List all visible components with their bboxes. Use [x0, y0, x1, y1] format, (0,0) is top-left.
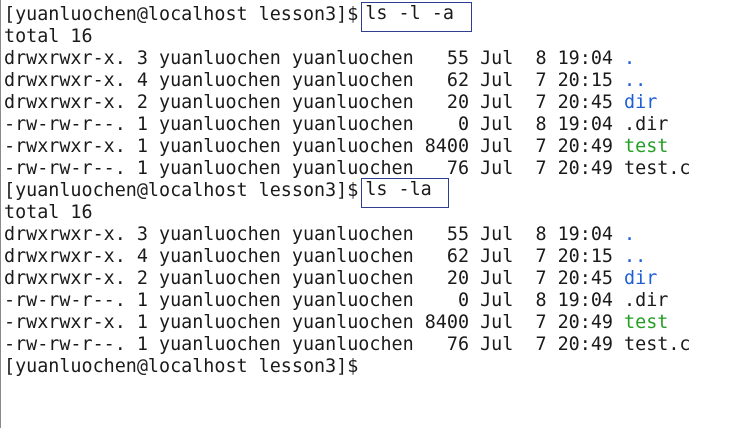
entry-name: .. — [624, 70, 647, 91]
shell-prompt: [yuanluochen@localhost lesson3]$ — [4, 4, 359, 25]
command-highlight: ls -l -a — [361, 2, 473, 32]
shell-prompt: [yuanluochen@localhost lesson3]$ — [4, 356, 359, 377]
listing-row: -rw-rw-r--. 1 yuanluochen yuanluochen 76… — [4, 334, 733, 356]
prompt-line[interactable]: [yuanluochen@localhost lesson3]$ — [4, 356, 733, 378]
terminal-window[interactable]: [yuanluochen@localhost lesson3]$ ls -l -a… — [0, 0, 733, 428]
entry-meta: drwxrwxr-x. 2 yuanluochen yuanluochen 20… — [4, 92, 625, 113]
entry-name: dir — [624, 268, 658, 289]
entry-name: test.c — [624, 158, 691, 179]
listing-row: drwxrwxr-x. 3 yuanluochen yuanluochen 55… — [4, 48, 733, 70]
shell-prompt: [yuanluochen@localhost lesson3]$ — [4, 180, 359, 201]
listing-row: -rw-rw-r--. 1 yuanluochen yuanluochen 0 … — [4, 114, 733, 136]
entry-name: .dir — [624, 114, 669, 135]
command-highlight: ls -la — [361, 178, 450, 208]
entry-meta: drwxrwxr-x. 3 yuanluochen yuanluochen 55… — [4, 48, 625, 69]
entry-name: .. — [624, 246, 647, 267]
entry-meta: -rw-rw-r--. 1 yuanluochen yuanluochen 0 … — [4, 114, 625, 135]
entry-meta: -rw-rw-r--. 1 yuanluochen yuanluochen 0 … — [4, 290, 625, 311]
listing-row: -rw-rw-r--. 1 yuanluochen yuanluochen 76… — [4, 158, 733, 180]
entry-name: . — [624, 224, 636, 245]
entry-meta: -rwxrwxr-x. 1 yuanluochen yuanluochen 84… — [4, 312, 625, 333]
listing-row: drwxrwxr-x. 2 yuanluochen yuanluochen 20… — [4, 268, 733, 290]
entry-meta: drwxrwxr-x. 3 yuanluochen yuanluochen 55… — [4, 224, 625, 245]
entry-meta: -rw-rw-r--. 1 yuanluochen yuanluochen 76… — [4, 334, 625, 355]
command-text: ls -l -a — [365, 3, 454, 24]
entry-meta: drwxrwxr-x. 4 yuanluochen yuanluochen 62… — [4, 70, 625, 91]
entry-name: . — [624, 48, 636, 69]
entry-meta: drwxrwxr-x. 2 yuanluochen yuanluochen 20… — [4, 268, 625, 289]
listing-row: drwxrwxr-x. 3 yuanluochen yuanluochen 55… — [4, 224, 733, 246]
entry-name: test — [624, 136, 669, 157]
command-text: ls -la — [365, 179, 432, 200]
listing-row: drwxrwxr-x. 4 yuanluochen yuanluochen 62… — [4, 70, 733, 92]
listing-row: -rw-rw-r--. 1 yuanluochen yuanluochen 0 … — [4, 290, 733, 312]
entry-name: dir — [624, 92, 658, 113]
entry-name: test — [624, 312, 669, 333]
entry-meta: -rwxrwxr-x. 1 yuanluochen yuanluochen 84… — [4, 136, 625, 157]
entry-name: test.c — [624, 334, 691, 355]
listing-row: -rwxrwxr-x. 1 yuanluochen yuanluochen 84… — [4, 136, 733, 158]
prompt-line: [yuanluochen@localhost lesson3]$ ls -l -a — [4, 2, 733, 32]
entry-meta: -rw-rw-r--. 1 yuanluochen yuanluochen 76… — [4, 158, 625, 179]
listing-row: drwxrwxr-x. 2 yuanluochen yuanluochen 20… — [4, 92, 733, 114]
entry-name: .dir — [624, 290, 669, 311]
prompt-line: [yuanluochen@localhost lesson3]$ ls -la — [4, 178, 733, 208]
entry-meta: drwxrwxr-x. 4 yuanluochen yuanluochen 62… — [4, 246, 625, 267]
listing-row: -rwxrwxr-x. 1 yuanluochen yuanluochen 84… — [4, 312, 733, 334]
listing-row: drwxrwxr-x. 4 yuanluochen yuanluochen 62… — [4, 246, 733, 268]
